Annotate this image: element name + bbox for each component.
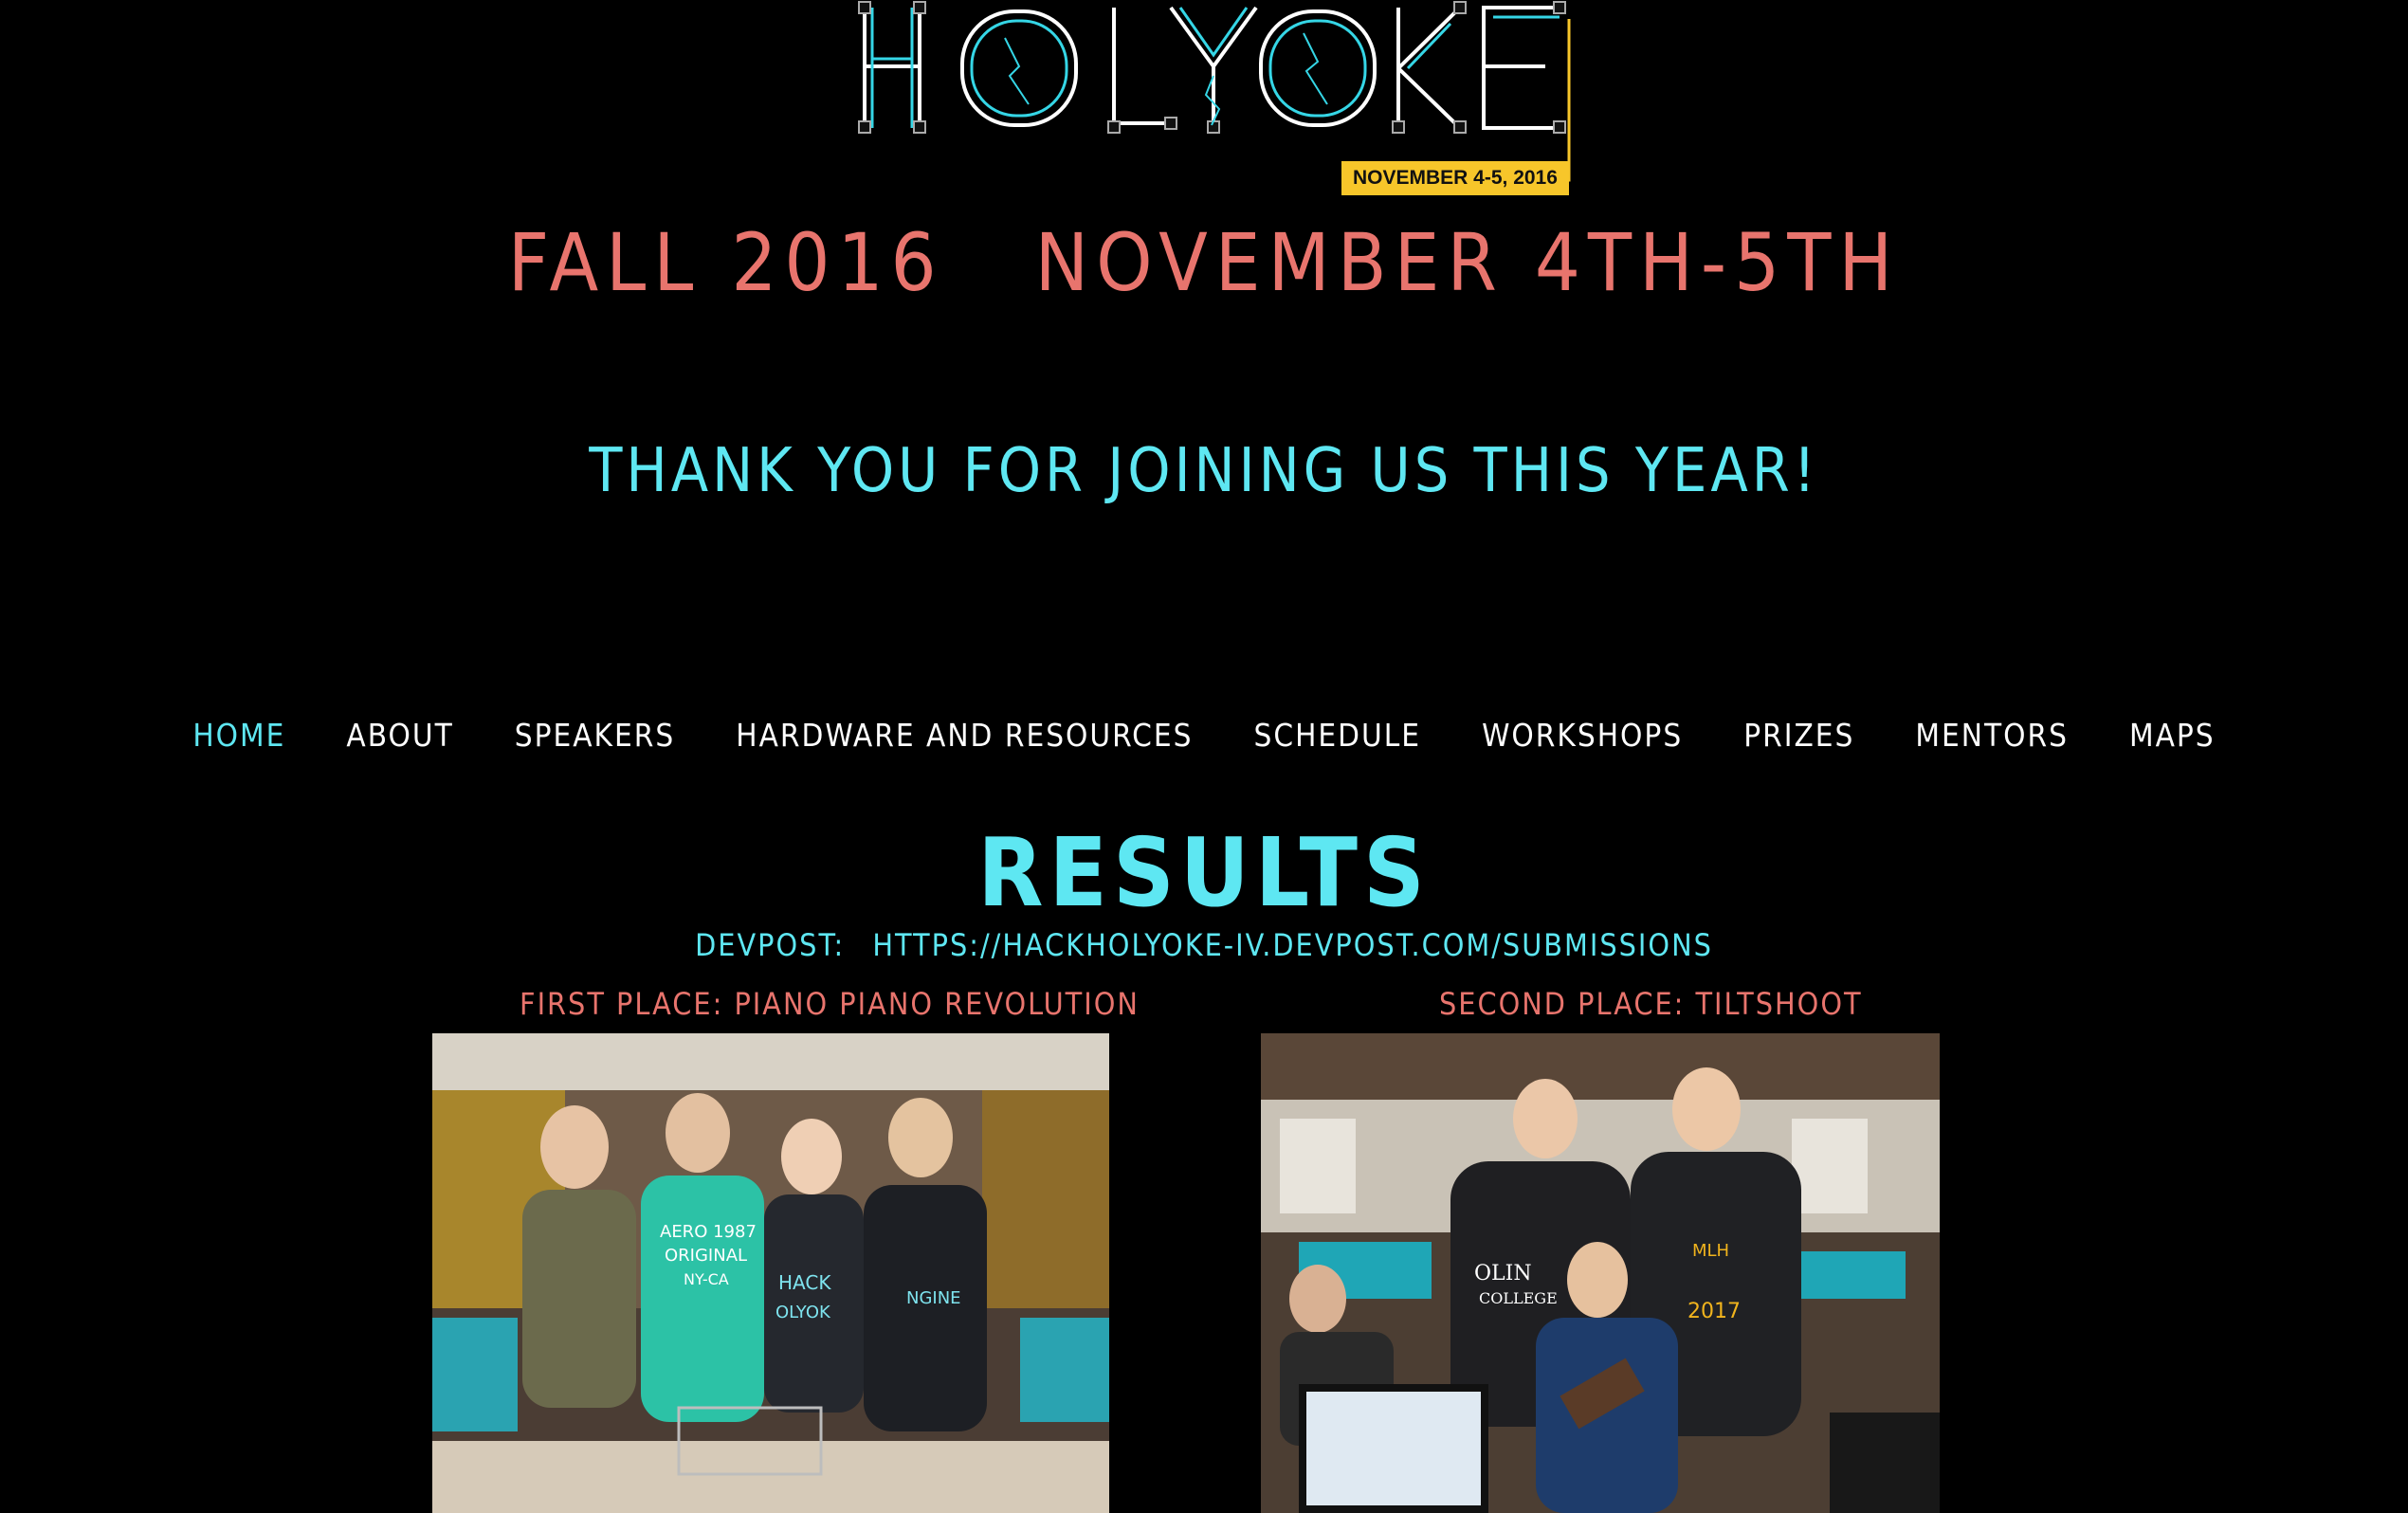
devpost-link[interactable]: HTTPS://HACKHOLYOKE-IV.DEVPOST.COM/SUBMI… (872, 927, 1713, 963)
season-label: FALL 2016 (507, 216, 944, 309)
nav-item-maps[interactable]: MAPS (2099, 717, 2246, 754)
dates-label: NOVEMBER 4TH-5TH (1034, 216, 1901, 309)
svg-text:HACK: HACK (778, 1271, 831, 1294)
devpost-label: DEVPOST: (695, 927, 846, 963)
devpost-line: DEVPOST: HTTPS://HACKHOLYOKE-IV.DEVPOST.… (0, 927, 2408, 963)
nav-item-home[interactable]: HOME (162, 717, 316, 754)
nav-item-prizes[interactable]: PRIZES (1713, 717, 1885, 754)
thank-you-message: THANK YOU FOR JOINING US THIS YEAR! (589, 436, 1819, 506)
svg-text:ORIGINAL: ORIGINAL (665, 1246, 747, 1266)
hackathon-logo[interactable]: NOVEMBER 4-5, 2016 (853, 0, 1593, 195)
nav-item-about[interactable]: ABOUT (316, 717, 483, 754)
svg-text:OLYOK: OLYOK (775, 1303, 831, 1322)
nav-item-mentors[interactable]: MENTORS (1885, 717, 2099, 754)
nav-item-speakers[interactable]: SPEAKERS (484, 717, 706, 754)
second-place-photo: OLIN COLLEGE MLH 2017 (1261, 1033, 1940, 1513)
event-date-badge: NOVEMBER 4-5, 2016 (1341, 161, 1569, 195)
results-heading: RESULTS (977, 817, 1431, 928)
svg-text:COLLEGE: COLLEGE (1479, 1289, 1558, 1307)
first-place-photo: AERO 1987 ORIGINAL NY-CA HACK OLYOK NGIN… (432, 1033, 1109, 1513)
svg-text:AERO 1987: AERO 1987 (660, 1222, 757, 1242)
event-dates-heading: FALL 2016 NOVEMBER 4TH-5TH (0, 216, 2408, 309)
svg-text:OLIN: OLIN (1474, 1262, 1532, 1285)
svg-text:MLH: MLH (1692, 1241, 1729, 1261)
nav-item-hardware[interactable]: HARDWARE AND RESOURCES (705, 717, 1223, 754)
nav-item-schedule[interactable]: SCHEDULE (1223, 717, 1451, 754)
main-nav: HOME ABOUT SPEAKERS HARDWARE AND RESOURC… (0, 717, 2408, 754)
first-place-caption: FIRST PLACE: PIANO PIANO REVOLUTION (520, 986, 1140, 1022)
svg-text:NY-CA: NY-CA (684, 1270, 729, 1288)
nav-item-workshops[interactable]: WORKSHOPS (1451, 717, 1713, 754)
second-place-caption: SECOND PLACE: TILTSHOOT (1439, 986, 1863, 1022)
svg-text:2017: 2017 (1687, 1300, 1741, 1323)
svg-text:NGINE: NGINE (906, 1288, 961, 1308)
